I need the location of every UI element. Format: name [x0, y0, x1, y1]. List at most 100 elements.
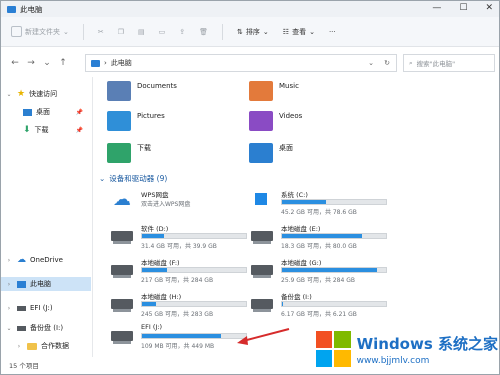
drive-item[interactable]: 本地磁盘 (F:) 217 GB 可用，共 284 GB	[103, 257, 253, 291]
drive-icon	[251, 265, 273, 278]
chevron-down-icon: ⌄	[309, 27, 315, 36]
devices-section-header[interactable]: ⌄ 设备和驱动器 (9)	[99, 173, 167, 184]
window-title: 此电脑	[20, 4, 43, 14]
search-input[interactable]: ⌕ 搜索"此电脑"	[403, 54, 495, 72]
drive-item[interactable]: EFI (J:) 109 MB 可用，共 449 MB	[103, 323, 253, 357]
drive-item[interactable]: 本地磁盘 (E:) 18.3 GB 可用，共 80.0 GB	[243, 223, 393, 257]
chevron-right-icon: ›	[17, 342, 21, 350]
sidebar-item-label: 备份盘 (I:)	[30, 324, 64, 332]
folder-desktop[interactable]: 桌面	[249, 143, 293, 163]
drive-item[interactable]: 备份盘 (I:) 6.17 GB 可用，共 6.21 GB	[243, 291, 393, 325]
drive-name: 本地磁盘 (G:)	[281, 259, 322, 267]
sidebar-item-label: 下载	[34, 126, 49, 134]
sidebar-item-backup[interactable]: ⌄ 备份盘 (I:)	[1, 321, 91, 335]
folder-documents[interactable]: Documents	[107, 81, 177, 101]
drive-item[interactable]: 本地磁盘 (G:) 25.9 GB 可用，共 284 GB	[243, 257, 393, 291]
desktop-folder-icon	[249, 143, 273, 163]
drive-icon	[17, 325, 26, 331]
folder-music[interactable]: Music	[249, 81, 299, 101]
sidebar-item-cooperation[interactable]: › 合作数据	[1, 339, 91, 353]
sidebar-item-label: EFI (J:)	[30, 304, 53, 312]
chevron-down-icon[interactable]: ⌄	[39, 58, 55, 68]
sidebar-item-this-pc[interactable]: › 此电脑	[1, 277, 91, 291]
drive-space-info: 6.17 GB 可用，共 6.21 GB	[281, 311, 357, 318]
cloud-icon: ☁	[17, 255, 26, 265]
sidebar-item-desktop[interactable]: 桌面 📌	[1, 105, 91, 119]
close-button[interactable]: ✕	[485, 3, 493, 13]
drive-item[interactable]: 系统 (C:) 45.2 GB 可用，共 78.6 GB	[243, 189, 393, 223]
view-button[interactable]: ☷ 查看 ⌄	[283, 27, 315, 37]
folder-label: 下载	[137, 144, 151, 152]
explorer-window: 此电脑 — ☐ ✕ 新建文件夹 ⌄ ✂ ❐ ▤ ▭ ⇪ 🗑 ⇅ 排序 ⌄ ☷ 查…	[0, 0, 500, 375]
command-bar: 新建文件夹 ⌄ ✂ ❐ ▤ ▭ ⇪ 🗑 ⇅ 排序 ⌄ ☷ 查看 ⌄ ···	[1, 17, 499, 47]
view-label: 查看	[292, 27, 307, 36]
chevron-right-icon: ›	[7, 304, 11, 312]
this-pc-icon	[91, 59, 100, 67]
chevron-down-icon: ⌄	[63, 27, 69, 36]
forward-icon[interactable]: →	[23, 58, 39, 68]
drive-icon	[251, 231, 273, 244]
up-icon[interactable]: ↑	[55, 58, 71, 68]
cut-icon[interactable]: ✂	[98, 28, 104, 36]
chevron-down-icon: ⌄	[6, 324, 12, 332]
search-icon: ⌕	[409, 58, 413, 67]
drive-space-info: 31.4 GB 可用，共 39.9 GB	[141, 243, 217, 250]
drive-usage-bar	[141, 333, 247, 339]
new-folder-label: 新建文件夹	[25, 27, 60, 36]
drive-space-info: 45.2 GB 可用，共 78.6 GB	[281, 209, 357, 216]
chevron-down-icon: ⌄	[6, 90, 12, 98]
sidebar-item-label: OneDrive	[30, 256, 63, 264]
drive-icon	[111, 265, 133, 278]
refresh-icon[interactable]: ↻	[384, 59, 390, 67]
breadcrumb: 此电脑	[110, 59, 132, 67]
folder-downloads[interactable]: 下载	[107, 143, 151, 163]
status-bar: 15 个项目	[9, 362, 39, 370]
breadcrumb-arrow-icon: ›	[104, 59, 107, 67]
drive-usage-bar	[141, 267, 247, 273]
drive-space-info: 18.3 GB 可用，共 80.0 GB	[281, 243, 357, 250]
sidebar-item-onedrive[interactable]: › ☁ OneDrive	[1, 253, 91, 267]
copy-icon[interactable]: ❐	[118, 28, 124, 36]
star-icon: ★	[17, 89, 26, 99]
drive-space-info: 25.9 GB 可用，共 284 GB	[281, 277, 355, 284]
drive-usage-bar	[281, 233, 387, 239]
folder-label: Documents	[137, 82, 177, 90]
drive-space-info: 双击进入WPS网盘	[141, 201, 191, 208]
more-button[interactable]: ···	[329, 28, 336, 36]
folder-videos[interactable]: Videos	[249, 111, 302, 131]
address-bar[interactable]: › 此电脑 ⌄ ↻	[85, 54, 397, 72]
sidebar-item-label: 此电脑	[30, 280, 51, 288]
paste-icon[interactable]: ▤	[138, 28, 145, 36]
sidebar-item-quick-access[interactable]: ⌄ ★ 快速访问	[1, 87, 91, 101]
sidebar-item-label: 合作数据	[41, 342, 69, 350]
back-icon[interactable]: ←	[7, 58, 23, 68]
sidebar-item-downloads[interactable]: ⬇ 下载 📌	[1, 123, 91, 137]
maximize-button[interactable]: ☐	[459, 3, 467, 13]
drive-name: WPS网盘	[141, 191, 169, 199]
drive-item[interactable]: 软件 (D:) 31.4 GB 可用，共 39.9 GB	[103, 223, 253, 257]
folder-pictures[interactable]: Pictures	[107, 111, 165, 131]
drive-icon	[251, 299, 273, 312]
drive-usage-bar	[281, 301, 387, 307]
drive-item[interactable]: ☁ WPS网盘 双击进入WPS网盘	[103, 189, 253, 223]
sidebar-item-efi[interactable]: › EFI (J:)	[1, 301, 91, 315]
folder-label: Videos	[279, 112, 303, 120]
drive-item[interactable]: 本地磁盘 (H:) 245 GB 可用，共 283 GB	[103, 291, 253, 325]
minimize-button[interactable]: —	[432, 3, 441, 13]
share-icon[interactable]: ⇪	[179, 28, 185, 36]
drive-space-info: 109 MB 可用，共 449 MB	[141, 343, 215, 350]
videos-icon	[249, 111, 273, 131]
chevron-down-icon[interactable]: ⌄	[368, 59, 374, 67]
pin-icon: 📌	[75, 108, 83, 116]
sort-button[interactable]: ⇅ 排序 ⌄	[237, 27, 269, 37]
rename-icon[interactable]: ▭	[159, 28, 166, 36]
drive-usage-bar	[281, 199, 387, 205]
title-bar: 此电脑 — ☐ ✕	[1, 1, 499, 17]
sidebar-item-label: 桌面	[36, 108, 50, 116]
folder-icon	[27, 342, 37, 350]
delete-icon[interactable]: 🗑	[199, 28, 208, 36]
drive-name: 备份盘 (I:)	[281, 293, 312, 301]
folder-label: Music	[279, 82, 299, 90]
drive-usage-bar	[281, 267, 387, 273]
new-folder-button[interactable]: 新建文件夹 ⌄	[11, 26, 69, 37]
